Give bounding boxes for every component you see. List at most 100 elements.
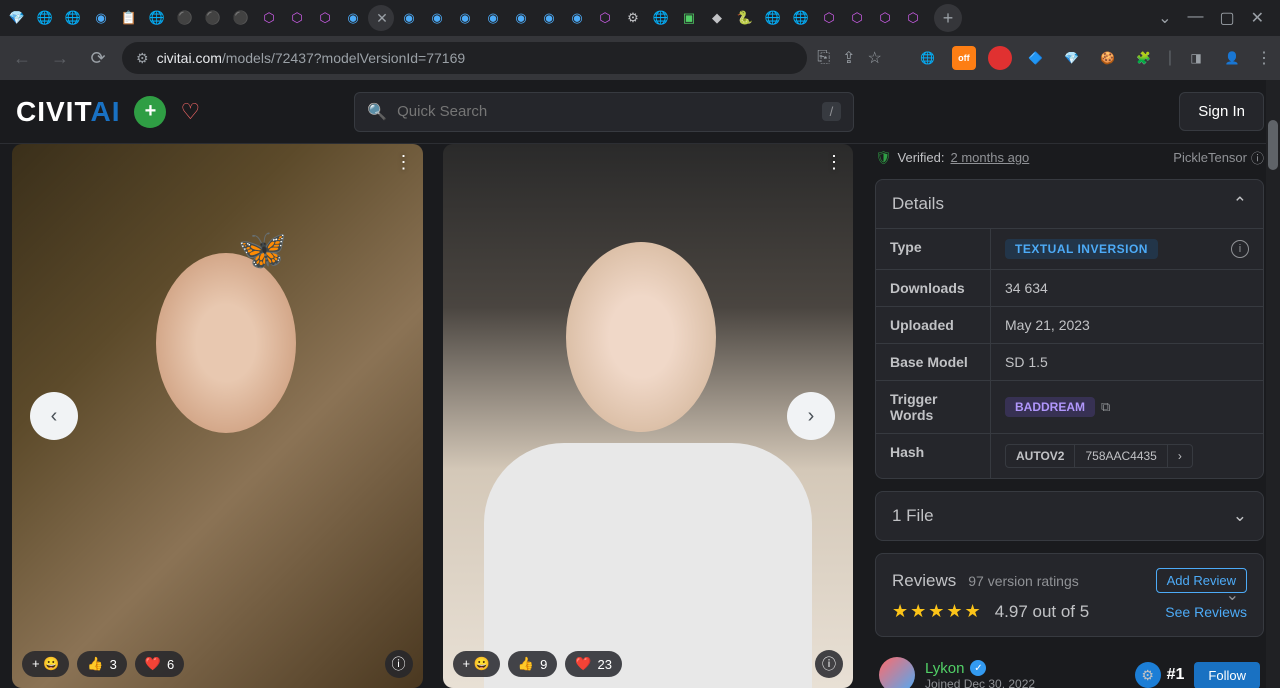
- create-button[interactable]: +: [134, 96, 166, 128]
- tab-icon[interactable]: ◉: [424, 5, 450, 31]
- extension-icon[interactable]: 🍪: [1096, 46, 1120, 70]
- menu-icon[interactable]: ⋮: [1256, 48, 1272, 68]
- tab-icon[interactable]: ⚫: [228, 5, 254, 31]
- favorites-button[interactable]: ♡: [180, 99, 200, 125]
- chevron-down-icon[interactable]: ⌄: [1158, 8, 1171, 28]
- hash-expand-icon[interactable]: ›: [1167, 445, 1192, 467]
- copy-icon[interactable]: ⧉: [1101, 399, 1110, 415]
- trigger-word-badge[interactable]: BADDREAM: [1005, 397, 1095, 417]
- tab-icon[interactable]: 🌐: [32, 5, 58, 31]
- tab-icon[interactable]: ⬡: [844, 5, 870, 31]
- tab-icon[interactable]: ⚙: [620, 5, 646, 31]
- tab-icon[interactable]: ◉: [508, 5, 534, 31]
- type-badge: TEXTUAL INVERSION: [1005, 239, 1158, 259]
- tab-icon[interactable]: ◉: [536, 5, 562, 31]
- extension-icon[interactable]: 🌐: [916, 46, 940, 70]
- image-info-icon[interactable]: ⓘ: [385, 650, 413, 678]
- image-menu-icon[interactable]: ⋮: [395, 152, 413, 173]
- thumbs-reaction[interactable]: 👍 9: [508, 651, 557, 677]
- tab-icon[interactable]: ⚫: [172, 5, 198, 31]
- creator-joined: Joined Dec 30, 2022: [925, 677, 1035, 688]
- tab-icon[interactable]: ⬡: [816, 5, 842, 31]
- new-tab-button[interactable]: +: [934, 4, 962, 32]
- tab-icon[interactable]: ▣: [676, 5, 702, 31]
- tab-icon[interactable]: ⬡: [284, 5, 310, 31]
- tab-icon[interactable]: 💎: [4, 5, 30, 31]
- signin-button[interactable]: Sign In: [1179, 92, 1264, 131]
- tab-icon[interactable]: 🌐: [648, 5, 674, 31]
- tab-icon[interactable]: 🌐: [760, 5, 786, 31]
- details-header[interactable]: Details ⌃: [876, 180, 1263, 228]
- hash-value[interactable]: 758AAC4435: [1075, 445, 1166, 467]
- tab-icon[interactable]: ⬡: [592, 5, 618, 31]
- share-icon[interactable]: ⇪: [842, 48, 855, 68]
- tab-icon[interactable]: ◉: [564, 5, 590, 31]
- info-icon[interactable]: i: [1231, 240, 1249, 258]
- detail-row-trigger: Trigger Words BADDREAM⧉: [876, 380, 1263, 433]
- heart-reaction[interactable]: ❤️ 23: [565, 651, 622, 677]
- back-button[interactable]: ←: [8, 48, 36, 69]
- heart-reaction[interactable]: ❤️ 6: [135, 651, 184, 677]
- tab-icon[interactable]: ⬡: [312, 5, 338, 31]
- bookmark-icon[interactable]: ☆: [868, 48, 882, 68]
- forward-button[interactable]: →: [46, 48, 74, 69]
- close-window-icon[interactable]: ✕: [1251, 8, 1264, 28]
- verified-badge-icon: ✓: [970, 660, 986, 676]
- verified-time-link[interactable]: 2 months ago: [951, 150, 1030, 165]
- detail-row-uploaded: Uploaded May 21, 2023: [876, 306, 1263, 343]
- extension-icon[interactable]: 🔷: [1024, 46, 1048, 70]
- creator-name-link[interactable]: Lykon✓: [925, 660, 1035, 677]
- rating-value: 4.97 out of 5: [995, 602, 1090, 622]
- add-reaction-button[interactable]: + 😀: [453, 651, 500, 677]
- reviews-title: Reviews: [892, 571, 956, 591]
- search-box[interactable]: 🔍 /: [354, 92, 854, 132]
- extensions-menu-icon[interactable]: 🧩: [1132, 46, 1156, 70]
- tab-icon[interactable]: 🌐: [60, 5, 86, 31]
- gallery-next-button[interactable]: ›: [787, 392, 835, 440]
- pickle-tensor-label[interactable]: PickleTensor ⓘ: [1173, 148, 1264, 167]
- tab-icon[interactable]: ◉: [480, 5, 506, 31]
- tab-icon[interactable]: ◉: [340, 5, 366, 31]
- extension-icon[interactable]: [988, 46, 1012, 70]
- profile-icon[interactable]: 👤: [1220, 46, 1244, 70]
- extension-icon[interactable]: off: [952, 46, 976, 70]
- gallery-prev-button[interactable]: ‹: [30, 392, 78, 440]
- site-settings-icon[interactable]: ⚙: [136, 50, 149, 67]
- scroll-thumb[interactable]: [1268, 120, 1278, 170]
- see-reviews-link[interactable]: See Reviews: [1165, 604, 1247, 620]
- tab-icon[interactable]: 🌐: [788, 5, 814, 31]
- address-bar[interactable]: ⚙ civitai.com/models/72437?modelVersionI…: [122, 42, 807, 74]
- close-icon[interactable]: ✕: [376, 10, 388, 27]
- tab-icon[interactable]: ◉: [88, 5, 114, 31]
- follow-button[interactable]: Follow: [1194, 662, 1260, 688]
- tab-icon[interactable]: ◉: [452, 5, 478, 31]
- creator-avatar[interactable]: [879, 657, 915, 688]
- search-input[interactable]: [397, 103, 811, 120]
- extension-icon[interactable]: 💎: [1060, 46, 1084, 70]
- tab-icon[interactable]: ⚫: [200, 5, 226, 31]
- tab-icon[interactable]: ◆: [704, 5, 730, 31]
- tab-active[interactable]: ✕: [368, 5, 394, 31]
- image-info-icon[interactable]: ⓘ: [815, 650, 843, 678]
- tab-icon[interactable]: 📋: [116, 5, 142, 31]
- thumbs-reaction[interactable]: 👍 3: [77, 651, 126, 677]
- rank-number: #1: [1167, 666, 1185, 684]
- logo[interactable]: CIVITAI: [16, 96, 120, 128]
- chevron-down-icon[interactable]: ⌄: [1226, 585, 1239, 605]
- tab-icon[interactable]: 🌐: [144, 5, 170, 31]
- image-menu-icon[interactable]: ⋮: [825, 152, 843, 173]
- rank-badge: ⚙ #1: [1135, 662, 1185, 688]
- tab-icon[interactable]: ⬡: [900, 5, 926, 31]
- files-header[interactable]: 1 File ⌄: [876, 492, 1263, 540]
- maximize-icon[interactable]: ▢: [1219, 8, 1234, 28]
- add-reaction-button[interactable]: + 😀: [22, 651, 69, 677]
- page-scrollbar[interactable]: [1266, 80, 1280, 688]
- tab-icon[interactable]: 🐍: [732, 5, 758, 31]
- minimize-icon[interactable]: —: [1187, 8, 1203, 28]
- tab-icon[interactable]: ⬡: [256, 5, 282, 31]
- install-icon[interactable]: ⎘: [817, 49, 830, 67]
- tab-icon[interactable]: ⬡: [872, 5, 898, 31]
- sidepanel-icon[interactable]: ◨: [1184, 46, 1208, 70]
- reload-button[interactable]: ⟳: [84, 48, 112, 69]
- tab-icon[interactable]: ◉: [396, 5, 422, 31]
